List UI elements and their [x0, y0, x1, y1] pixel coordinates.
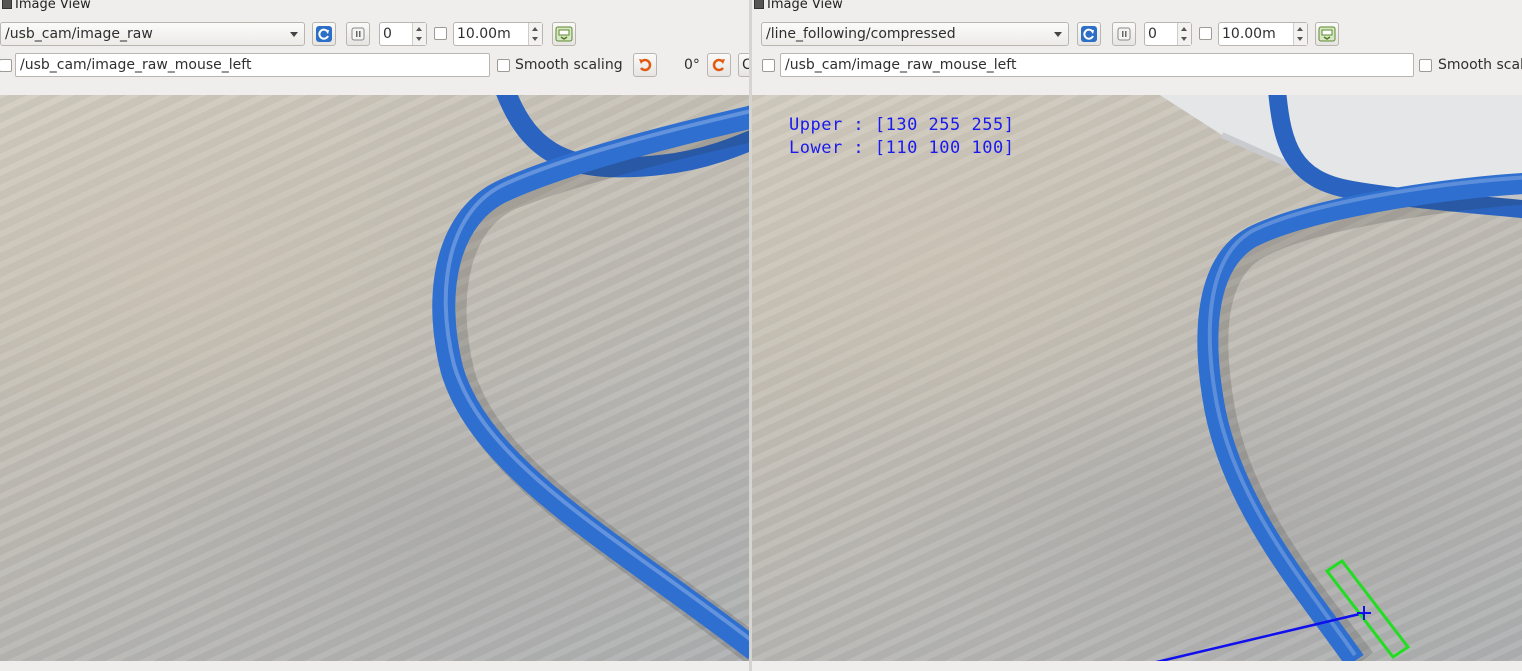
left-topic-combo[interactable]: /usb_cam/image_raw: [0, 22, 305, 46]
left-spin-value: 0: [383, 26, 392, 42]
right-refresh-button[interactable]: [1077, 22, 1101, 46]
save-icon: [555, 26, 573, 42]
left-spin-box[interactable]: 0: [379, 22, 427, 46]
spin-arrows-icon[interactable]: [412, 23, 426, 45]
right-timeout-spin-box[interactable]: 10.00m: [1218, 22, 1308, 46]
left-window-title-text: Image View: [15, 0, 91, 12]
left-smooth-scaling-label: Smooth scaling: [515, 57, 623, 73]
pause-icon: [351, 27, 365, 41]
right-window-title-text: Image View: [767, 0, 843, 12]
right-timeout-value: 10.00m: [1222, 26, 1276, 42]
left-rotation-label: 0°: [684, 57, 700, 73]
chevron-down-icon: [1054, 32, 1062, 37]
left-cut-button[interactable]: C: [738, 53, 749, 77]
right-spin-box[interactable]: 0: [1144, 22, 1192, 46]
right-spin-value: 0: [1148, 26, 1157, 42]
right-pause-button[interactable]: [1112, 22, 1136, 46]
save-icon: [1318, 26, 1336, 42]
right-smooth-scaling-checkbox[interactable]: [1419, 59, 1432, 72]
right-cable-image: [1155, 95, 1522, 661]
left-image-view-pane: Image View /usb_cam/image_raw 0 10.00m /…: [0, 0, 749, 671]
left-cable-image: [432, 95, 749, 661]
upper-threshold-text: Upper : [130 255 255]: [789, 115, 1015, 135]
left-save-button[interactable]: [552, 22, 576, 46]
left-rotate-left-button[interactable]: [633, 53, 657, 77]
left-topic-value: /usb_cam/image_raw: [5, 26, 153, 42]
window-icon: [754, 0, 764, 9]
left-timeout-value: 10.00m: [457, 26, 511, 42]
left-mouse-topic-input[interactable]: /usb_cam/image_raw_mouse_left: [15, 53, 490, 77]
left-camera-image[interactable]: [0, 95, 749, 661]
right-processed-image[interactable]: Upper : [130 255 255] Lower : [110 100 1…: [752, 95, 1522, 661]
right-window-title: Image View: [754, 0, 843, 13]
chevron-down-icon: [290, 32, 298, 37]
right-mouse-publish-checkbox[interactable]: [762, 59, 775, 72]
left-bottom-strip: [0, 661, 749, 671]
right-save-button[interactable]: [1315, 22, 1339, 46]
refresh-icon: [1081, 26, 1097, 42]
window-icon: [2, 0, 12, 9]
spin-arrows-icon[interactable]: [528, 23, 542, 45]
left-rotate-right-button[interactable]: [707, 53, 731, 77]
rotate-right-icon: [712, 58, 725, 72]
right-topic-value: /line_following/compressed: [766, 26, 956, 42]
pause-icon: [1117, 27, 1131, 41]
right-mouse-topic-value: /usb_cam/image_raw_mouse_left: [785, 57, 1017, 73]
refresh-icon: [316, 26, 332, 42]
right-image-view-pane: Image View /line_following/compressed 0 …: [752, 0, 1522, 671]
left-window-title: Image View: [2, 0, 91, 13]
left-cut-button-label: C: [742, 57, 749, 73]
left-timeout-checkbox[interactable]: [434, 27, 447, 40]
left-smooth-scaling-checkbox[interactable]: [497, 59, 510, 72]
left-refresh-button[interactable]: [312, 22, 336, 46]
right-bottom-strip: [752, 661, 1522, 671]
spin-arrows-icon[interactable]: [1177, 23, 1191, 45]
left-pause-button[interactable]: [346, 22, 370, 46]
spin-arrows-icon[interactable]: [1293, 23, 1307, 45]
lower-threshold-text: Lower : [110 100 100]: [789, 138, 1015, 158]
right-timeout-checkbox[interactable]: [1199, 27, 1212, 40]
left-timeout-spin-box[interactable]: 10.00m: [453, 22, 543, 46]
right-topic-combo[interactable]: /line_following/compressed: [761, 22, 1069, 46]
right-mouse-topic-input[interactable]: /usb_cam/image_raw_mouse_left: [780, 53, 1414, 77]
left-mouse-publish-checkbox[interactable]: [0, 59, 12, 72]
right-smooth-scaling-label: Smooth scali: [1438, 57, 1522, 73]
rotate-left-icon: [639, 58, 652, 72]
left-mouse-topic-value: /usb_cam/image_raw_mouse_left: [20, 57, 252, 73]
